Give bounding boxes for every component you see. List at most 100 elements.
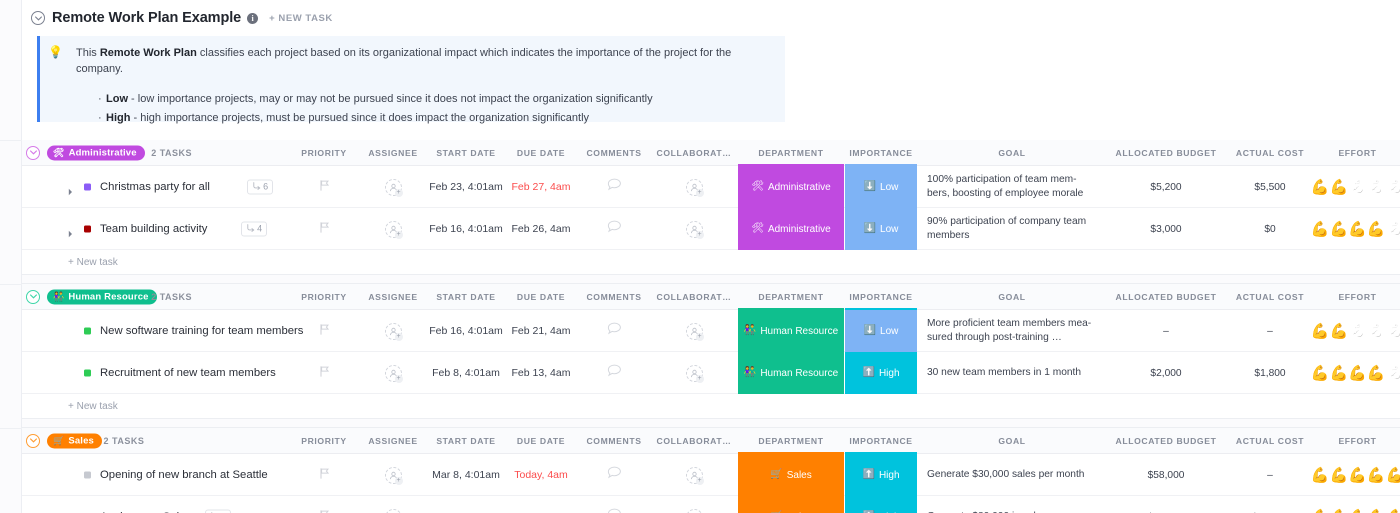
effort-muscle-icon[interactable]: 💪 <box>1367 468 1386 483</box>
start-date-cell[interactable]: Feb 8, 4:01am <box>428 352 504 394</box>
comments-cell[interactable] <box>578 496 650 513</box>
column-header-collab[interactable]: COLLABORAT… <box>650 284 738 310</box>
comment-icon[interactable] <box>607 178 622 197</box>
start-date-cell[interactable]: Mar 8, 4:01am <box>428 454 504 496</box>
collaborators-cell[interactable]: + <box>650 166 738 208</box>
effort-muscle-icon[interactable]: 💪 <box>1311 510 1330 513</box>
effort-muscle-icon[interactable]: 💪 <box>1386 324 1400 339</box>
priority-cell[interactable] <box>290 208 358 250</box>
department-cell[interactable]: 👫Human Resource <box>738 310 844 352</box>
assignee-cell[interactable]: + <box>358 208 428 250</box>
column-header-importance[interactable]: IMPORTANCE <box>845 140 917 166</box>
task-name[interactable]: Opening of new branch at Seattle <box>100 469 268 481</box>
goal-cell[interactable]: Generate $30,000 sales per month <box>917 454 1107 496</box>
flag-icon[interactable] <box>320 466 329 484</box>
assignee-cell[interactable]: + <box>358 454 428 496</box>
effort-muscle-icon[interactable]: 💪 <box>1311 222 1330 237</box>
actual-cost-cell[interactable]: $0 <box>1225 208 1315 250</box>
effort-muscle-icon[interactable]: 💪 <box>1329 510 1348 513</box>
department-cell[interactable]: 👫Human Resource <box>738 352 844 394</box>
add-assignee-icon[interactable]: + <box>385 467 402 484</box>
due-date-cell[interactable]: Feb 26, 4am <box>504 208 578 250</box>
allocated-budget-cell[interactable]: $12,000 <box>1107 496 1225 513</box>
table-row[interactable]: Anniversary Sale5+Jan 19, 4:01amJan 24, … <box>22 496 1400 513</box>
effort-muscle-icon[interactable]: 💪 <box>1386 222 1400 237</box>
due-date-cell[interactable]: Today, 4am <box>504 454 578 496</box>
add-collaborator-icon[interactable]: + <box>686 509 703 513</box>
effort-cell[interactable]: 💪💪💪💪💪 <box>1315 352 1400 394</box>
effort-muscle-icon[interactable]: 💪 <box>1311 468 1330 483</box>
column-header-priority[interactable]: PRIORITY <box>290 428 358 454</box>
collaborators-cell[interactable]: + <box>650 352 738 394</box>
goal-cell[interactable]: 100% participation of team mem-bers, boo… <box>917 166 1107 208</box>
department-cell[interactable]: 🛠Administrative <box>738 166 844 208</box>
importance-cell[interactable]: ⬆️High <box>845 496 917 513</box>
allocated-budget-cell[interactable]: – <box>1107 310 1225 352</box>
flag-icon[interactable] <box>320 178 329 196</box>
task-name[interactable]: Recruitment of new team members <box>100 367 276 379</box>
effort-muscle-icon[interactable]: 💪 <box>1311 366 1330 381</box>
column-header-dept[interactable]: DEPARTMENT <box>738 284 844 310</box>
task-name[interactable]: Christmas party for all <box>100 181 210 193</box>
flag-icon[interactable] <box>320 508 329 513</box>
new-task-row[interactable]: + New task <box>22 394 1400 419</box>
assignee-cell[interactable]: + <box>358 166 428 208</box>
effort-cell[interactable]: 💪💪💪💪💪 <box>1315 454 1400 496</box>
column-header-assignee[interactable]: ASSIGNEE <box>358 284 428 310</box>
importance-cell[interactable]: ⬇️Low <box>845 310 917 352</box>
due-date-cell[interactable]: Feb 27, 4am <box>504 166 578 208</box>
comment-icon[interactable] <box>607 466 622 485</box>
add-collaborator-icon[interactable]: + <box>686 221 703 238</box>
subtask-count-badge[interactable]: 4 <box>241 221 267 236</box>
effort-muscle-icon[interactable]: 💪 <box>1386 366 1400 381</box>
goal-cell[interactable]: Generate $80,000 in sales <box>917 496 1107 513</box>
goal-cell[interactable]: 30 new team members in 1 month <box>917 352 1107 394</box>
info-icon[interactable]: i <box>247 13 258 24</box>
actual-cost-cell[interactable]: $1,800 <box>1225 352 1315 394</box>
expand-subtasks-icon[interactable] <box>68 225 75 233</box>
table-row[interactable]: New software training for team members+F… <box>22 310 1400 352</box>
column-header-cost[interactable]: ACTUAL COST <box>1225 428 1315 454</box>
column-header-budget[interactable]: ALLOCATED BUDGET <box>1107 428 1225 454</box>
effort-muscle-icon[interactable]: 💪 <box>1386 510 1400 513</box>
status-dot[interactable] <box>84 183 91 190</box>
column-header-goal[interactable]: GOAL <box>917 284 1107 310</box>
importance-cell[interactable]: ⬆️High <box>845 352 917 394</box>
task-name[interactable]: New software training for team members <box>100 325 303 337</box>
department-cell[interactable]: 🛠Administrative <box>738 208 844 250</box>
due-date-cell[interactable]: Jan 24, 4am <box>504 496 578 513</box>
flag-icon[interactable] <box>320 220 329 238</box>
comment-icon[interactable] <box>607 508 622 513</box>
priority-cell[interactable] <box>290 454 358 496</box>
effort-cell[interactable]: 💪💪💪💪💪 <box>1315 310 1400 352</box>
effort-muscle-icon[interactable]: 💪 <box>1367 510 1386 513</box>
column-header-assignee[interactable]: ASSIGNEE <box>358 140 428 166</box>
column-header-dept[interactable]: DEPARTMENT <box>738 428 844 454</box>
new-task-row[interactable]: + New task <box>22 250 1400 275</box>
add-collaborator-icon[interactable]: + <box>686 179 703 196</box>
add-assignee-icon[interactable]: + <box>385 323 402 340</box>
column-header-cost[interactable]: ACTUAL COST <box>1225 140 1315 166</box>
importance-cell[interactable]: ⬇️Low <box>845 166 917 208</box>
allocated-budget-cell[interactable]: $58,000 <box>1107 454 1225 496</box>
status-dot[interactable] <box>84 471 91 478</box>
column-header-goal[interactable]: GOAL <box>917 140 1107 166</box>
collaborators-cell[interactable]: + <box>650 496 738 513</box>
column-header-goal[interactable]: GOAL <box>917 428 1107 454</box>
column-header-collab[interactable]: COLLABORAT… <box>650 428 738 454</box>
effort-muscle-icon[interactable]: 💪 <box>1348 222 1367 237</box>
add-collaborator-icon[interactable]: + <box>686 323 703 340</box>
assignee-cell[interactable]: + <box>358 496 428 513</box>
add-assignee-icon[interactable]: + <box>385 179 402 196</box>
start-date-cell[interactable]: Feb 23, 4:01am <box>428 166 504 208</box>
column-header-importance[interactable]: IMPORTANCE <box>845 284 917 310</box>
table-row[interactable]: Team building activity4+Feb 16, 4:01amFe… <box>22 208 1400 250</box>
flag-icon[interactable] <box>320 322 329 340</box>
priority-cell[interactable] <box>290 496 358 513</box>
comment-icon[interactable] <box>607 322 622 341</box>
flag-icon[interactable] <box>320 364 329 382</box>
due-date-cell[interactable]: Feb 13, 4am <box>504 352 578 394</box>
effort-muscle-icon[interactable]: 💪 <box>1348 324 1367 339</box>
collaborators-cell[interactable]: + <box>650 310 738 352</box>
collaborators-cell[interactable]: + <box>650 454 738 496</box>
